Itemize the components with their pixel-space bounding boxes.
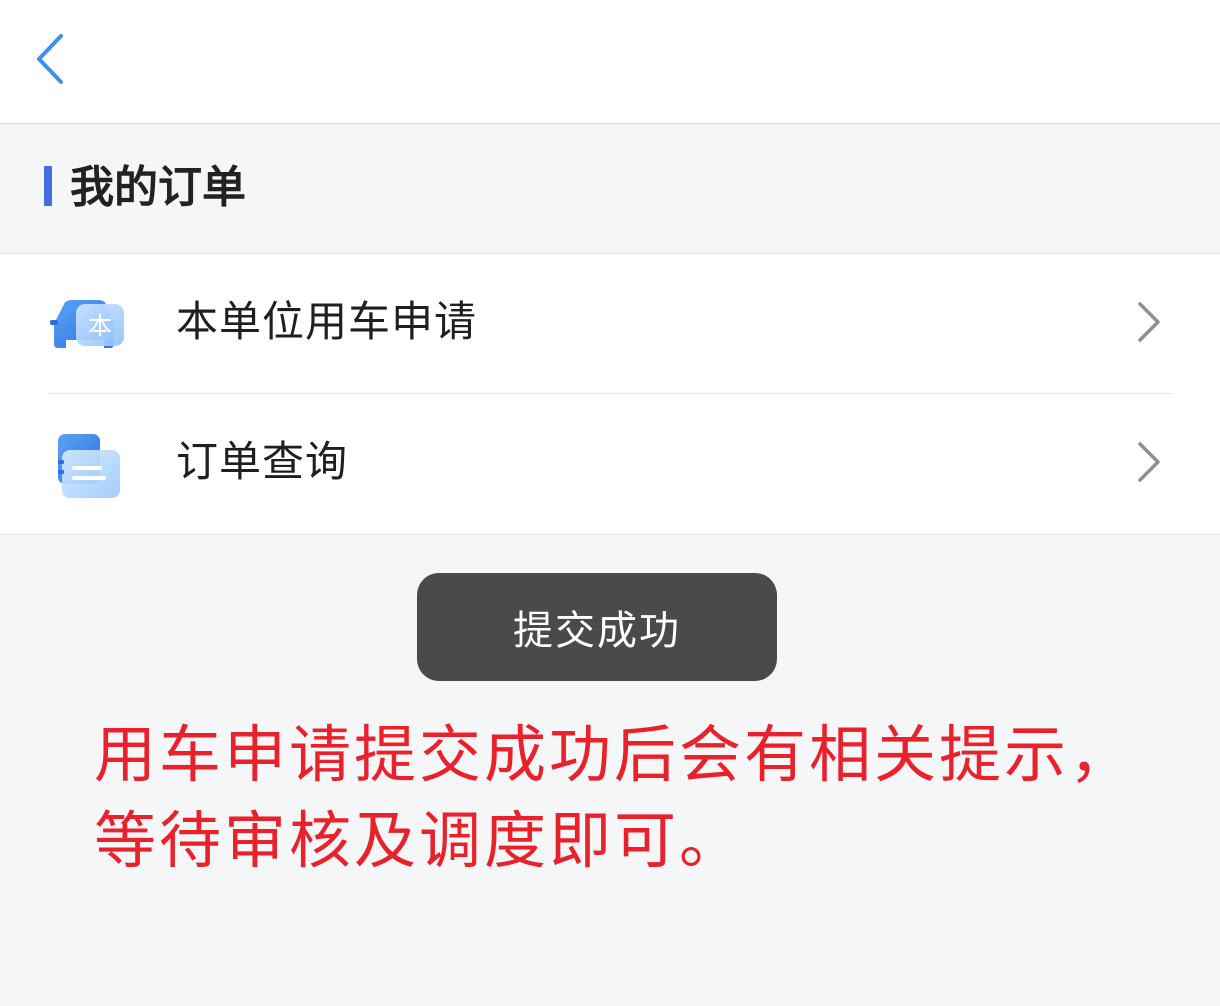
list-item-label: 本单位用车申请 (176, 297, 478, 346)
app-screen: 我的订单 本 本单位用车申请 订单查询 提交成功 用车申请提交成功后会有相关提示… (0, 0, 1220, 1006)
toast-message: 提交成功 (513, 608, 681, 654)
car-icon: 本 (50, 300, 124, 348)
section-accent-bar (44, 166, 52, 206)
list-item-order-query[interactable]: 订单查询 (0, 394, 1220, 534)
back-button[interactable] (24, 28, 76, 90)
success-toast: 提交成功 (417, 573, 777, 681)
list-item-vehicle-request[interactable]: 本 本单位用车申请 (0, 254, 1220, 394)
section-title: 我的订单 (70, 162, 246, 213)
chevron-left-icon (37, 34, 63, 84)
annotation-text: 用车申请提交成功后会有相关提示， 等待审核及调度即可。 (94, 712, 1184, 884)
section-header: 我的订单 (0, 124, 1220, 254)
nav-bar (0, 0, 1220, 124)
chevron-right-icon (1138, 442, 1160, 482)
list-item-label: 订单查询 (176, 437, 349, 486)
menu-list: 本 本单位用车申请 订单查询 (0, 254, 1220, 535)
annotation-line: 用车申请提交成功后会有相关提示， (94, 718, 1135, 791)
chevron-right-icon (1138, 302, 1160, 342)
annotation-line: 等待审核及调度即可。 (94, 804, 745, 877)
car-icon-glyph: 本 (88, 312, 112, 340)
document-list-icon (58, 434, 120, 498)
